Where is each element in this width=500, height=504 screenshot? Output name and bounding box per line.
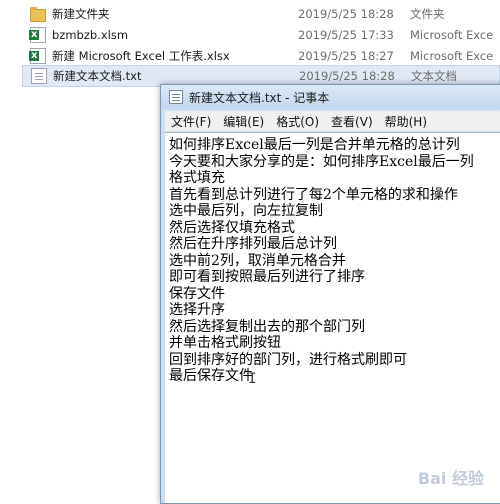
- file-type: 文件夹: [410, 7, 445, 21]
- text-line: 并单击格式刷按钮: [169, 335, 281, 351]
- text-line: 即可看到按照最后列进行了排序: [169, 269, 365, 285]
- file-name: 新建 Microsoft Excel 工作表.xlsx: [52, 49, 230, 63]
- text-line: 然后选择复制出去的那个部门列: [169, 318, 365, 335]
- text-line: 回到排序好的部门列，进行格式刷即可: [169, 351, 407, 368]
- menu-format[interactable]: 格式(O): [270, 113, 325, 130]
- file-row-folder[interactable]: 新建文件夹 2019/5/25 18:28 文件夹: [22, 3, 500, 25]
- notepad-icon: [169, 90, 183, 104]
- title-bar[interactable]: 新建文本文档.txt - 记事本: [161, 85, 500, 109]
- window-title: 新建文本文档.txt - 记事本: [189, 90, 330, 105]
- text-editor-area[interactable]: 如何排序Excel最后一列是合并单元格的总计列 今天要和大家分享的是：如何排序E…: [165, 132, 500, 503]
- text-line: 然后在升序排列最后总计列: [169, 236, 337, 252]
- excel-macro-icon: [29, 27, 46, 43]
- text-line: 如何排序Excel最后一列是合并单元格的总计列: [169, 137, 460, 153]
- folder-icon: [30, 6, 46, 22]
- excel-icon: [29, 48, 46, 64]
- text-line: 首先看到总计列进行了每2个单元格的求和操作: [169, 186, 458, 203]
- text-line: 选中前2列，取消单元格合并: [169, 252, 346, 269]
- text-line: 保存文件: [169, 285, 225, 302]
- menu-file[interactable]: 文件(F): [165, 113, 217, 130]
- file-row-xlsx[interactable]: 新建 Microsoft Excel 工作表.xlsx 2019/5/25 18…: [22, 45, 500, 67]
- menu-edit[interactable]: 编辑(E): [217, 113, 270, 130]
- file-type: 文本文档: [411, 69, 457, 83]
- menu-help[interactable]: 帮助(H): [379, 113, 433, 130]
- text-file-icon: [31, 68, 47, 84]
- file-date: 2019/5/25 17:33: [298, 28, 394, 42]
- file-name: 新建文件夹: [52, 7, 110, 21]
- text-line: 选择升序: [169, 302, 225, 318]
- watermark: Bai 经验: [417, 469, 484, 488]
- file-date: 2019/5/25 18:28: [298, 7, 394, 21]
- file-name: 新建文本文档.txt: [53, 69, 142, 83]
- file-date: 2019/5/25 18:27: [298, 49, 394, 63]
- menu-view[interactable]: 查看(V): [325, 113, 379, 130]
- file-row-xlsm[interactable]: bzmbzb.xlsm 2019/5/25 17:33 Microsoft Ex…: [22, 24, 500, 46]
- file-type: Microsoft Exce: [410, 49, 494, 63]
- text-line: 选中最后列，向左拉复制: [169, 203, 323, 219]
- text-line: 最后保存文件: [169, 368, 253, 384]
- text-line: 格式填充: [169, 170, 225, 186]
- menu-bar: 文件(F) 编辑(E) 格式(O) 查看(V) 帮助(H): [165, 111, 500, 131]
- file-type: Microsoft Exce: [410, 28, 494, 42]
- text-line: 然后选择仅填充格式: [169, 219, 295, 236]
- file-name: bzmbzb.xlsm: [52, 28, 129, 42]
- text-cursor-icon: I: [248, 371, 257, 387]
- text-line: 今天要和大家分享的是：如何排序Excel最后一列: [169, 153, 474, 170]
- file-date: 2019/5/25 18:28: [299, 69, 395, 83]
- notepad-window[interactable]: 新建文本文档.txt - 记事本 文件(F) 编辑(E) 格式(O) 查看(V)…: [160, 84, 500, 504]
